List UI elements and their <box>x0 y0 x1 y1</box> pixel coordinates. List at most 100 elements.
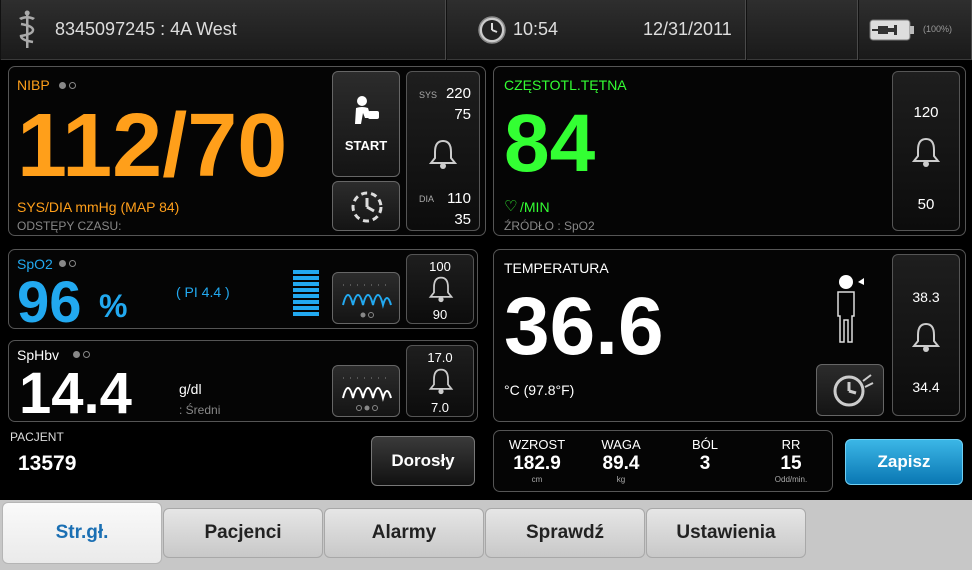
tab-home[interactable]: Str.gł. <box>2 502 162 564</box>
tab-settings[interactable]: Ustawienia <box>646 508 806 558</box>
pulse-value: 84 <box>504 98 596 189</box>
manual-param-value: 15 <box>780 453 802 474</box>
sphb-mode: : Średni <box>179 403 221 417</box>
dia-low-limit: 35 <box>454 211 471 228</box>
status-bar: 8345097245 : 4A West 10:54 12/31/2011 (1… <box>0 0 972 60</box>
dia-label: DIA <box>419 194 435 204</box>
temperature-label: TEMPERATURA <box>504 260 609 276</box>
sphb-status-dots <box>73 351 90 358</box>
pulse-high-limit: 120 <box>913 104 939 121</box>
date-display: 12/31/2011 <box>643 19 732 39</box>
sys-high-limit: 220 <box>445 85 471 102</box>
spo2-waveform-button[interactable] <box>332 272 400 324</box>
alarm-bell-icon <box>428 276 454 303</box>
nibp-panel[interactable]: NIBP 112/70 SYS/DIA mmHg (MAP 84) ODSTĘP… <box>8 66 486 236</box>
sphb-high-limit: 17.0 <box>427 350 453 365</box>
nibp-value: 112/70 <box>17 96 288 196</box>
alarm-bell-icon <box>911 322 941 352</box>
waveform-icon <box>342 284 392 318</box>
patient-body-icon <box>837 275 864 343</box>
alarm-bell-icon <box>428 368 454 395</box>
caduceus-icon <box>19 10 35 48</box>
spo2-alarm-limits[interactable]: 100 90 <box>406 254 474 324</box>
sphb-low-limit: 7.0 <box>430 400 450 415</box>
pulse-alarm-limits[interactable]: 120 50 <box>892 71 960 231</box>
temperature-alarm-limits[interactable]: 38.3 34.4 <box>892 254 960 416</box>
nibp-interval-button[interactable] <box>332 181 400 231</box>
temperature-timer-button[interactable] <box>816 364 884 416</box>
patient-header[interactable]: 8345097245 : 4A West <box>0 0 446 60</box>
manual-param-label: WZROST <box>508 437 566 452</box>
spo2-high-limit: 100 <box>429 259 451 274</box>
patient-id-location: 8345097245 : 4A West <box>55 19 237 39</box>
navigation-tabs: Str.gł. Pacjenci Alarmy Sprawdź Ustawien… <box>0 500 972 570</box>
nibp-alarm-limits[interactable]: SYS 220 75 DIA 110 35 <box>406 71 480 231</box>
pulse-source: ŹRÓDŁO : SpO2 <box>504 219 595 233</box>
save-button[interactable]: Zapisz <box>845 439 963 485</box>
manual-param-pain[interactable]: BÓL 3 <box>670 437 740 475</box>
patient-type-button[interactable]: Dorosły <box>371 436 475 486</box>
manual-param-label: WAGA <box>601 437 641 452</box>
alarm-bell-icon <box>428 139 458 169</box>
waveform-icon <box>342 377 392 411</box>
manual-param-unit: cm <box>531 475 543 484</box>
manual-param-unit: kg <box>616 475 626 484</box>
pulse-rate-panel[interactable]: CZĘSTOTL.TĘTNA 84 ♡ /MIN ŹRÓDŁO : SpO2 1… <box>493 66 966 236</box>
manual-param-height[interactable]: WZROST 182.9 cm <box>502 437 572 484</box>
heart-icon: ♡ <box>504 198 518 215</box>
nibp-start-button[interactable]: START <box>332 71 400 177</box>
temperature-value: 36.6 <box>504 281 664 372</box>
alarm-bell-icon <box>911 137 941 167</box>
sys-low-limit: 75 <box>454 106 471 123</box>
temperature-units: °C (97.8°F) <box>504 382 575 398</box>
spo2-panel[interactable]: SpO2 96 % ( PI 4.4 ) 100 90 <box>8 249 478 335</box>
manual-param-respiration[interactable]: RR 15 Odd/min. <box>754 437 828 484</box>
sphb-value: 14.4 <box>19 361 132 426</box>
battery-plug-icon <box>869 19 914 41</box>
manual-param-weight[interactable]: WAGA 89.4 kg <box>586 437 656 484</box>
clock-icon <box>478 16 506 44</box>
patient-label: PACJENT <box>10 430 64 444</box>
sphb-panel[interactable]: SpHbv 14.4 g/dl : Średni 17.0 7.0 <box>8 340 478 426</box>
clock-section[interactable]: 10:54 12/31/2011 <box>446 0 746 60</box>
pulse-low-limit: 50 <box>917 196 935 213</box>
temperature-panel[interactable]: TEMPERATURA 36.6 °C (97.8°F) 38.3 34.4 <box>493 249 966 422</box>
sphb-alarm-limits[interactable]: 17.0 7.0 <box>406 345 474 417</box>
manual-param-unit: Odd/min. <box>774 475 808 484</box>
pulse-units: /MIN <box>520 199 550 215</box>
nibp-interval: ODSTĘPY CZASU: <box>17 219 122 233</box>
manual-param-value: 182.9 <box>513 453 561 474</box>
sphb-waveform-button[interactable] <box>332 365 400 417</box>
tab-alarms[interactable]: Alarmy <box>324 508 484 558</box>
temperature-timer-icon <box>833 374 874 407</box>
battery-section[interactable]: (100%) <box>858 0 972 60</box>
manual-param-value: 3 <box>699 453 711 474</box>
tab-patients[interactable]: Pacjenci <box>163 508 323 558</box>
battery-percent: (100%) <box>923 24 953 34</box>
tab-review[interactable]: Sprawdź <box>485 508 645 558</box>
manual-param-label: RR <box>781 437 801 452</box>
nibp-status-dots <box>59 82 76 89</box>
manual-parameters-panel[interactable]: WZROST 182.9 cm WAGA 89.4 kg BÓL 3 RR 15… <box>493 430 833 492</box>
manual-param-label: BÓL <box>691 437 718 452</box>
nibp-label: NIBP <box>17 77 50 93</box>
spo2-value: 96 <box>17 270 82 335</box>
status-empty <box>746 0 858 60</box>
pulse-amplitude-bar <box>293 270 319 322</box>
spo2-perfusion-index: ( PI 4.4 ) <box>176 284 230 300</box>
temperature-low-limit: 34.4 <box>912 379 940 395</box>
sphb-units: g/dl <box>179 381 202 397</box>
time-display: 10:54 <box>513 19 559 39</box>
nibp-units: SYS/DIA mmHg (MAP 84) <box>17 199 180 215</box>
spo2-units: % <box>99 288 128 324</box>
bp-cuff-person-icon <box>355 96 379 124</box>
patient-id[interactable]: 13579 <box>18 452 76 476</box>
start-label: START <box>344 138 388 153</box>
spo2-status-dots <box>59 260 76 267</box>
spo2-low-limit: 90 <box>432 307 448 322</box>
manual-param-value: 89.4 <box>602 453 640 474</box>
sys-label: SYS <box>419 90 438 100</box>
interval-timer-icon <box>351 191 383 223</box>
dia-high-limit: 110 <box>447 190 471 207</box>
pulse-label: CZĘSTOTL.TĘTNA <box>504 77 627 93</box>
